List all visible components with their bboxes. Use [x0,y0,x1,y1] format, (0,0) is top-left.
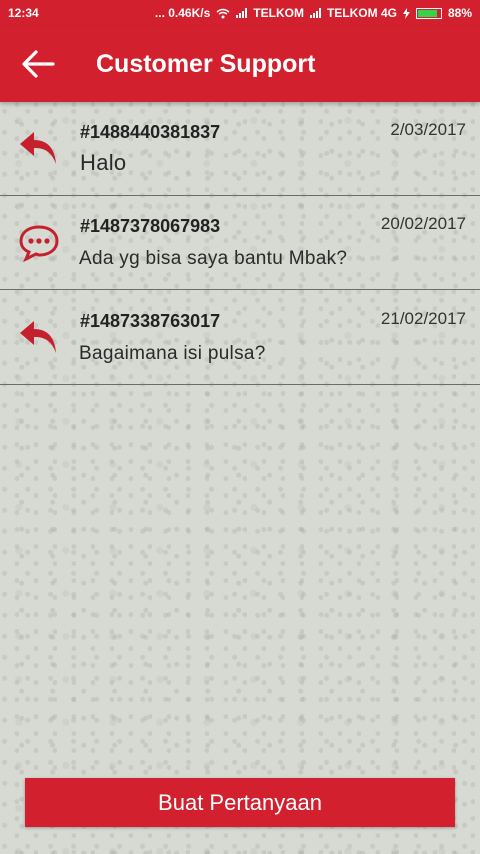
ticket-item[interactable]: #1487378067983 20/02/2017 Ada yg bisa sa… [0,196,480,290]
ticket-id: #1488440381837 [80,122,221,142]
create-question-button[interactable]: Buat Pertanyaan [25,778,455,827]
reply-icon [20,321,56,353]
network-speed: ... 0.46K/s [154,6,211,20]
carrier-2: TELKOM 4G [326,6,397,20]
status-bar: 12:34 ... 0.46K/s TELKOM TELKOM 4G 88% [0,0,480,26]
charging-icon [402,7,410,19]
battery-icon [415,7,442,19]
status-time: 12:34 [8,6,39,20]
page-title: Customer Support [96,49,316,78]
ticket-id: #1487378067983 [80,216,221,236]
ticket-message: Ada yg bisa saya bantu Mbak? [79,248,348,269]
ticket-message: Halo [80,150,127,175]
wifi-icon [216,8,230,18]
back-button[interactable] [0,26,76,102]
ticket-date: 21/02/2017 [380,309,466,328]
ticket-date: 2/03/2017 [390,120,466,139]
app-bar: Customer Support [0,26,480,102]
signal-icon [309,8,321,18]
arrow-left-icon [22,50,55,78]
chat-bubble-icon [19,225,59,262]
carrier-1: TELKOM [253,6,304,20]
ticket-item[interactable]: #1488440381837 2/03/2017 Halo [0,102,480,196]
ticket-message: Bagaimana isi pulsa? [79,343,266,364]
status-indicators: ... 0.46K/s TELKOM TELKOM 4G 88% [155,6,472,20]
ticket-item[interactable]: #1487338763017 21/02/2017 Bagaimana isi … [0,291,480,385]
battery-percent: 88% [447,6,472,20]
signal-icon [236,8,248,18]
ticket-id: #1487338763017 [80,311,221,331]
reply-icon [20,132,56,164]
ticket-date: 20/02/2017 [380,214,466,233]
